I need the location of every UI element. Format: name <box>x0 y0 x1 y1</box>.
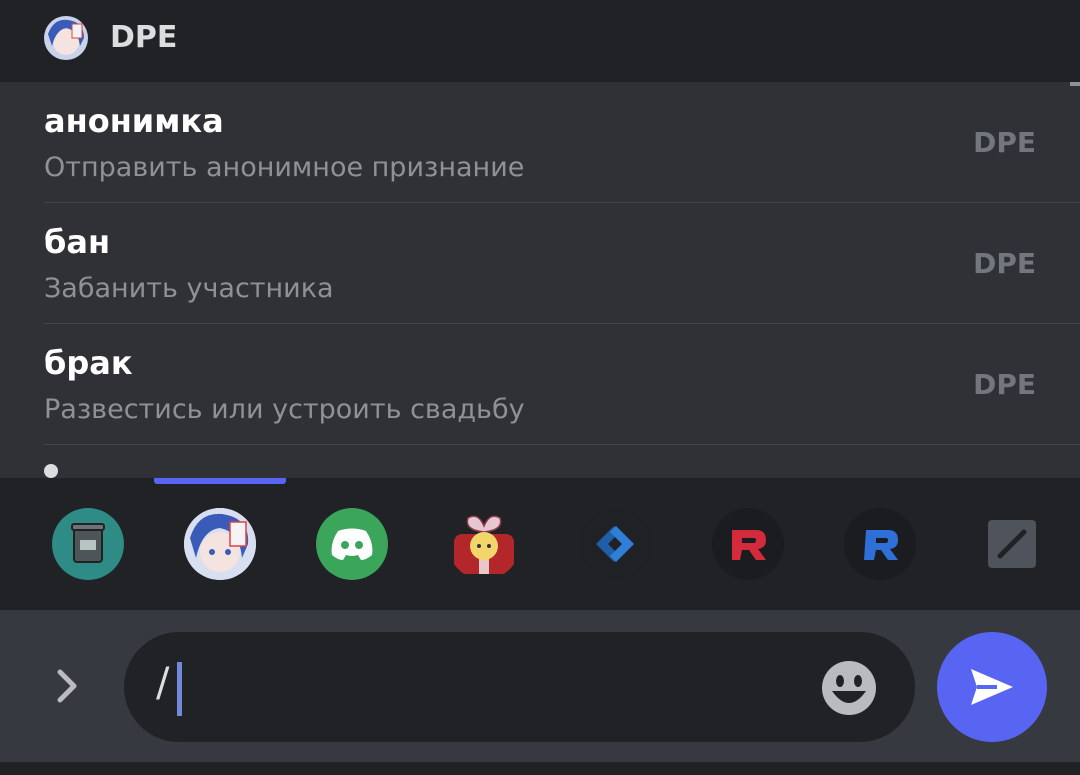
command-source: DPE <box>973 126 1036 159</box>
command-description: Забанить участника <box>44 273 334 304</box>
app-slash-commands[interactable] <box>976 508 1048 580</box>
text-caret <box>177 662 182 716</box>
app-discord[interactable] <box>316 508 388 580</box>
command-item-partial[interactable] <box>44 464 58 478</box>
command-source: DPE <box>973 368 1036 401</box>
app-blue-diamond[interactable] <box>580 508 652 580</box>
app-dpe[interactable] <box>184 508 256 580</box>
message-input[interactable]: / <box>124 632 915 742</box>
slash-commands-icon <box>988 520 1036 568</box>
app-selector-bar <box>0 478 1080 610</box>
command-name: бан <box>44 223 111 261</box>
command-item-anonimka[interactable]: анонимка Отправить анонимное признание D… <box>44 82 1080 203</box>
command-item-ban[interactable]: бан Забанить участника DPE <box>44 203 1080 324</box>
bot-avatar[interactable] <box>44 16 88 60</box>
command-source: DPE <box>973 247 1036 280</box>
chevron-right-icon <box>57 669 77 703</box>
command-item-brak[interactable]: брак Развестись или устроить свадьбу DPE <box>44 324 1080 445</box>
app-bucket-bot[interactable] <box>52 508 124 580</box>
gift-character-icon <box>454 515 514 574</box>
send-arrow-icon <box>971 669 1013 705</box>
channel-header: DPE <box>0 0 1080 82</box>
blue-diamond-arrow-icon <box>596 526 634 562</box>
header-title: DPE <box>110 20 178 55</box>
message-compose-bar: / <box>0 610 1080 762</box>
send-button[interactable] <box>937 632 1047 742</box>
app-gift-character[interactable] <box>448 508 520 580</box>
slash-command-list: анонимка Отправить анонимное признание D… <box>0 82 1080 478</box>
command-description: Развестись или устроить свадьбу <box>44 394 525 425</box>
message-input-value: / <box>156 660 170 706</box>
blue-r-logo-icon <box>864 530 898 560</box>
app-red-r[interactable] <box>712 508 784 580</box>
red-r-logo-icon <box>732 530 766 560</box>
discord-logo-icon <box>331 528 373 560</box>
bucket-bot-icon <box>71 523 105 563</box>
app-blue-r[interactable] <box>844 508 916 580</box>
selected-app-indicator <box>154 478 286 484</box>
emoji-button[interactable] <box>820 659 878 717</box>
grinning-face-icon <box>822 661 876 715</box>
bottom-strip <box>0 762 1080 775</box>
expand-actions-button[interactable] <box>48 666 88 706</box>
command-name: анонимка <box>44 102 224 140</box>
anime-girl-avatar-icon <box>44 16 88 60</box>
command-name: брак <box>44 344 133 382</box>
command-description: Отправить анонимное признание <box>44 152 525 183</box>
anime-girl-avatar <box>184 508 256 580</box>
